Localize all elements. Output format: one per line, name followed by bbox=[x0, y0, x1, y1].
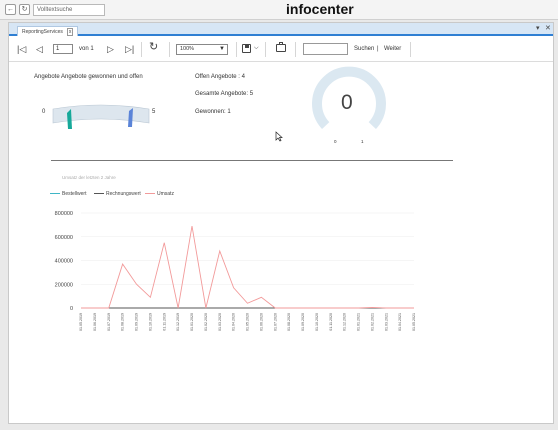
x-tick-label: 01.05.2021 bbox=[412, 313, 416, 331]
legend-item-umsatz: Umsatz bbox=[145, 191, 174, 197]
x-tick-label: 01.09.2019 bbox=[135, 313, 139, 331]
back-icon[interactable]: ← bbox=[5, 4, 16, 15]
x-tick-label: 01.07.2020 bbox=[273, 313, 277, 331]
report-toolbar: |◁ ◁ 1 von 1 ▷ ▷| ↻ 100% ▼ ⌵ Suchen | Wei… bbox=[9, 38, 553, 62]
open-offers-stat: Offen Angebote : 4 bbox=[195, 74, 245, 80]
find-text-input[interactable] bbox=[303, 43, 348, 55]
x-tick-label: 01.03.2020 bbox=[218, 313, 222, 331]
toolbar-divider bbox=[410, 42, 411, 57]
legend-label: Bestellwert bbox=[62, 191, 87, 197]
x-tick-label: 01.08.2020 bbox=[287, 313, 291, 331]
tab-dropdown-icon[interactable]: ▾ bbox=[536, 24, 540, 32]
last-page-icon[interactable]: ▷| bbox=[125, 44, 134, 54]
gauge-value: 0 bbox=[341, 91, 353, 114]
x-tick-label: 01.04.2020 bbox=[232, 313, 236, 331]
x-tick-label: 01.09.2020 bbox=[301, 313, 305, 331]
x-tick-label: 01.05.2019 bbox=[79, 313, 83, 331]
x-tick-label: 01.06.2020 bbox=[259, 313, 263, 331]
page-number-input[interactable]: 1 bbox=[53, 44, 73, 54]
tab-label: ReportingServices bbox=[22, 29, 63, 35]
save-icon[interactable] bbox=[242, 44, 251, 53]
x-tick-label: 01.04.2021 bbox=[398, 313, 402, 331]
y-tick-label: 200000 bbox=[55, 282, 73, 288]
next-page-icon[interactable]: ▷ bbox=[107, 44, 114, 54]
gauge-title: Angebote Angebote gewonnen und offen bbox=[34, 74, 143, 80]
y-tick-label: 0 bbox=[70, 306, 73, 312]
radial-min-label: 0 bbox=[334, 139, 337, 144]
x-tick-label: 01.10.2020 bbox=[315, 313, 319, 331]
find-button[interactable]: Suchen bbox=[354, 46, 374, 52]
x-tick-label: 01.05.2020 bbox=[246, 313, 250, 331]
zoom-value: 100% bbox=[180, 46, 195, 52]
x-tick-label: 01.11.2019 bbox=[162, 313, 166, 331]
legend-label: Rechnungswert bbox=[106, 191, 141, 197]
zoom-select[interactable]: 100% ▼ bbox=[176, 44, 228, 55]
chevron-down-icon: ▼ bbox=[219, 46, 225, 52]
legend-item-bestellwert: Bestellwert bbox=[50, 191, 86, 197]
refresh-icon[interactable]: ↻ bbox=[19, 4, 30, 15]
line-chart: 800000 600000 400000 200000 0 01.05.2019 01.06… bbox=[55, 211, 416, 331]
app-title: infocenter bbox=[286, 1, 354, 17]
x-tick-label: 01.02.2021 bbox=[370, 313, 374, 331]
find-separator: | bbox=[377, 46, 379, 52]
toolbar-divider bbox=[236, 42, 237, 57]
find-next-button[interactable]: Weiter bbox=[384, 46, 401, 52]
total-offers-stat: Gesamte Angebote: 5 bbox=[195, 91, 254, 97]
x-tick-label: 01.01.2020 bbox=[190, 313, 194, 331]
chevron-down-icon[interactable]: ⌵ bbox=[254, 45, 259, 52]
x-tick-label: 01.10.2019 bbox=[148, 313, 152, 331]
x-tick-label: 01.03.2021 bbox=[384, 313, 388, 331]
mouse-cursor-icon bbox=[275, 131, 283, 142]
chart-title: Umsatz der letzten 2 Jahre bbox=[62, 175, 116, 180]
tab-strip: ReportingServices x ▾ ✕ bbox=[9, 23, 553, 36]
x-tick-label: 01.12.2019 bbox=[176, 313, 180, 331]
previous-page-icon[interactable]: ◁ bbox=[36, 44, 43, 54]
first-page-icon[interactable]: |◁ bbox=[17, 44, 26, 54]
x-tick-label: 01.12.2020 bbox=[343, 313, 347, 331]
tab-close-icon[interactable]: x bbox=[66, 28, 74, 36]
y-tick-label: 400000 bbox=[55, 259, 73, 265]
series-line-umsatz bbox=[81, 225, 414, 309]
radial-max-label: 1 bbox=[361, 139, 364, 144]
page-count-label: von 1 bbox=[79, 46, 94, 52]
tab-reporting-services[interactable]: ReportingServices x bbox=[17, 26, 79, 36]
print-icon[interactable] bbox=[276, 42, 286, 52]
x-tick-label: 01.08.2019 bbox=[121, 313, 125, 331]
x-tick-label: 01.02.2020 bbox=[204, 313, 208, 331]
x-tick-label: 01.11.2020 bbox=[329, 313, 333, 331]
section-divider bbox=[51, 160, 453, 161]
report-window: ReportingServices x ▾ ✕ |◁ ◁ 1 von 1 ▷ ▷|… bbox=[8, 22, 554, 424]
toolbar-divider bbox=[265, 42, 266, 57]
x-tick-label: 01.06.2019 bbox=[93, 313, 97, 331]
toolbar-divider bbox=[169, 42, 170, 57]
legend-label: Umsatz bbox=[157, 191, 174, 197]
toolbar-divider bbox=[141, 42, 142, 57]
top-bar: ← ↻ Volltextsuche infocenter bbox=[0, 0, 558, 20]
window-close-icon[interactable]: ✕ bbox=[545, 24, 551, 32]
gauge-min-label: 0 bbox=[42, 109, 46, 115]
won-offers-stat: Gewonnen: 1 bbox=[195, 109, 231, 115]
y-tick-label: 800000 bbox=[55, 211, 73, 217]
x-tick-label: 01.07.2019 bbox=[107, 313, 111, 331]
x-tick-label: 01.01.2021 bbox=[357, 313, 361, 331]
fulltext-search-input[interactable]: Volltextsuche bbox=[33, 4, 105, 16]
legend-item-rechnungswert: Rechnungswert bbox=[94, 191, 141, 197]
linear-gauge bbox=[52, 104, 150, 129]
toolbar-divider bbox=[295, 42, 296, 57]
y-tick-label: 600000 bbox=[55, 235, 73, 241]
refresh-report-icon[interactable]: ↻ bbox=[149, 42, 158, 53]
